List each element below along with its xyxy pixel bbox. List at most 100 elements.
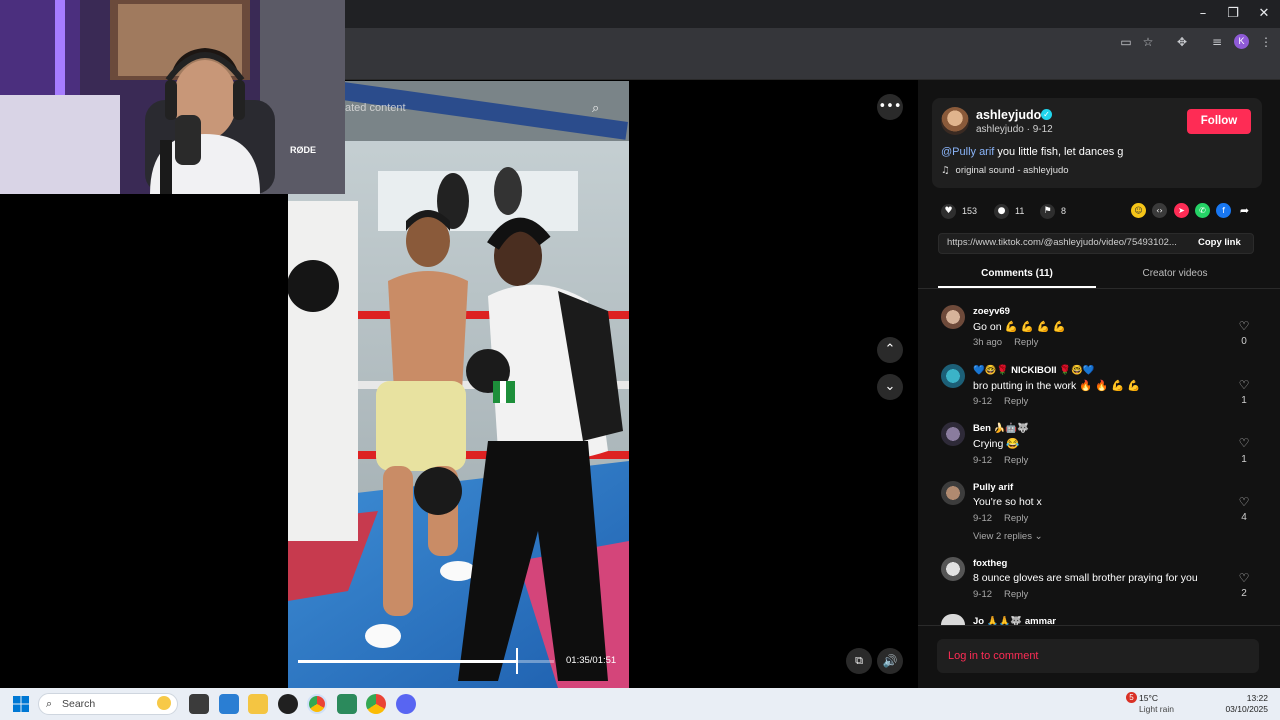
video-search-icon[interactable]: ⌕ [592,101,599,116]
comment-footer-divider [918,625,1280,626]
comment-username[interactable]: Ben 🍌🤖🐺 [973,423,1029,434]
comment-text: bro putting in the work 🔥 🔥 💪 💪 [973,380,1141,392]
sound-name[interactable]: original sound - ashleyjudo [956,165,1069,176]
store-app-icon[interactable] [219,694,239,714]
comment-username[interactable]: Pully arif [973,482,1013,493]
sound-row[interactable]: ♫ original sound - ashleyjudo [941,165,1069,176]
discord-app-icon[interactable] [396,694,416,714]
file-explorer-icon[interactable] [248,694,268,714]
save-count: 8 [1061,206,1067,216]
comment-avatar[interactable] [941,305,965,329]
comment-date: 9-12 [973,589,993,600]
weather-alert-badge: 5 [1126,692,1137,703]
previous-video-button[interactable]: ⌃ [877,337,903,363]
comment-date: 9-12 [973,455,993,466]
tab-divider [918,288,1280,289]
like-stat[interactable]: ♥ 153 [941,203,977,220]
comment-text: You're so hot x [973,496,1042,508]
search-icon: ⌕ [46,697,53,710]
minimize-button[interactable]: – [1188,4,1218,24]
close-window-button[interactable]: ✕ [1249,4,1279,24]
more-options-button[interactable]: ••• [877,94,903,120]
comment-reply-link[interactable]: Reply [1004,589,1028,600]
comment-avatar[interactable] [941,481,965,505]
video-time-readout: 01:35/01:51 [566,655,617,666]
video-url[interactable]: https://www.tiktok.com/@ashleyjudo/video… [947,237,1187,248]
comment-username[interactable]: zoeyv69 [973,306,1010,317]
author-subtitle: ashleyjudo · 9-12 [976,124,1053,135]
comment-avatar[interactable] [941,364,965,388]
windows-start-icon[interactable] [13,696,29,712]
comment-date: 3h ago [973,337,1003,348]
author-name[interactable]: ashleyjudo [976,108,1041,122]
save-stat[interactable]: ⚑ 8 [1040,203,1067,220]
whatsapp-share-icon[interactable]: ✆ [1195,203,1210,218]
comment-meta: 9-12 Reply [973,396,1028,407]
comment-like-count: 0 [1241,336,1247,347]
verified-badge-icon: ✓ [1041,109,1052,120]
comment-like-icon[interactable]: ♡ [1237,436,1251,450]
bookmark-star-icon[interactable]: ☆ [1139,34,1157,50]
comment-avatar[interactable] [941,422,965,446]
copy-link-button[interactable]: Copy link [1198,237,1241,248]
embed-share-icon[interactable]: ‹› [1152,203,1167,218]
obs-app-icon[interactable] [278,694,298,714]
browser-menu-icon[interactable]: ⋮ [1257,34,1275,50]
comment-reply-link[interactable]: Reply [1004,396,1028,407]
login-to-comment-link[interactable]: Log in to comment [948,650,1039,662]
comment-bubble-icon[interactable]: ● [994,204,1009,220]
maximize-button[interactable]: ❐ [1218,4,1248,24]
extensions-icon[interactable]: ✥ [1173,34,1191,50]
send-share-icon[interactable]: ➤ [1174,203,1189,218]
comment-like-icon[interactable]: ♡ [1237,571,1251,585]
more-share-icon[interactable]: ➦ [1237,203,1252,218]
author-avatar[interactable] [941,107,969,135]
next-video-button[interactable]: ⌄ [877,374,903,400]
comment-meta: 9-12 Reply [973,589,1028,600]
svg-text:RØDE: RØDE [290,145,316,155]
video-progress-handle[interactable] [515,648,518,674]
heart-icon[interactable]: ♥ [941,204,956,220]
facebook-share-icon[interactable]: f [1216,203,1231,218]
comment-like-icon[interactable]: ♡ [1237,495,1251,509]
notes-app-icon[interactable] [337,694,357,714]
video-caption: @Pully arif you little fish, let dances … [941,146,1123,158]
chrome-profile-app-icon[interactable] [366,694,386,714]
repost-share-icon[interactable]: ☺ [1131,203,1146,218]
view-replies-link[interactable]: View 2 replies ⌄ [973,531,1043,542]
comment-avatar[interactable] [941,557,965,581]
caption-mention[interactable]: @Pully arif [941,146,994,158]
volume-icon[interactable]: 🔊 [877,648,903,674]
comment-username[interactable]: foxtheg [973,558,1007,569]
weather-temperature[interactable]: 15°C [1139,693,1158,703]
chrome-app-icon[interactable] [307,694,327,714]
comment-date: 9-12 [973,396,993,407]
clock-date[interactable]: 03/10/2025 [1208,704,1268,714]
caption-text: you little fish, let dances g [994,146,1124,158]
cast-icon[interactable]: ▭ [1117,34,1135,50]
tab-creator-videos[interactable]: Creator videos [1096,268,1254,279]
comment-username[interactable]: Jo 🙏🙏🐺 ammar [973,616,1056,625]
comment-stat[interactable]: ● 11 [994,203,1025,220]
reading-list-icon[interactable]: ≡ [1208,34,1226,50]
clock-time[interactable]: 13:22 [1230,693,1268,703]
comment-like-count: 2 [1241,588,1247,599]
comment-reply-link[interactable]: Reply [1004,455,1028,466]
comment-reply-link[interactable]: Reply [1014,337,1038,348]
comment-like-count: 1 [1241,395,1247,406]
comment-like-icon[interactable]: ♡ [1237,319,1251,333]
tab-comments[interactable]: Comments (11) [938,268,1096,279]
comment-reply-link[interactable]: Reply [1004,513,1028,524]
bookmark-icon[interactable]: ⚑ [1040,204,1055,220]
profile-avatar[interactable]: K [1234,34,1249,49]
comment-count: 11 [1015,206,1025,216]
comment-like-count: 1 [1241,454,1247,465]
comment-like-icon[interactable]: ♡ [1237,378,1251,392]
follow-button[interactable]: Follow [1187,109,1251,134]
floating-player-icon[interactable]: ⧉ [846,648,872,674]
task-view-icon[interactable] [189,694,209,714]
comment-text: Crying 😂 [973,438,1020,450]
video-progress-fill [298,660,517,663]
weather-description[interactable]: Light rain [1139,704,1174,714]
comment-username[interactable]: 💙🤓🌹 NICKIBOII 🌹🤓💙 [973,365,1095,376]
